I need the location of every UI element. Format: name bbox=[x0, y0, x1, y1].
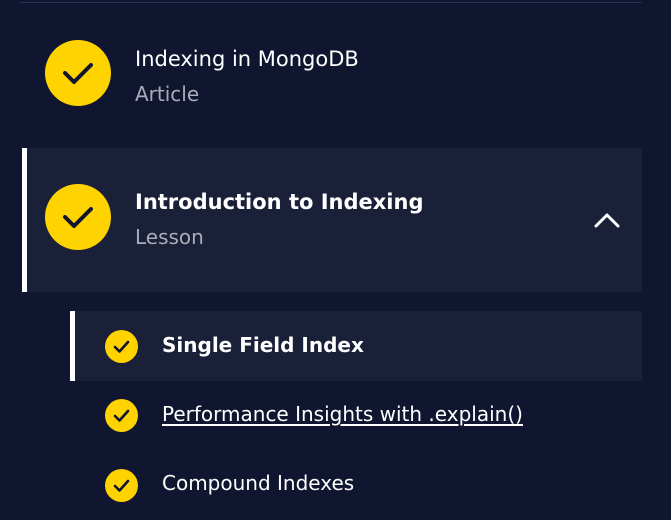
check-circle-icon bbox=[105, 399, 138, 432]
course-item-indexing-in-mongodb[interactable]: Indexing in MongoDB Article bbox=[22, 4, 642, 148]
subitem-compound-indexes[interactable]: Compound Indexes bbox=[70, 450, 642, 520]
course-item-introduction-to-indexing[interactable]: Introduction to Indexing Lesson bbox=[22, 148, 642, 292]
check-circle-icon bbox=[45, 40, 111, 106]
item-title: Introduction to Indexing bbox=[135, 190, 424, 214]
check-circle-icon bbox=[105, 330, 138, 363]
item-type: Lesson bbox=[135, 225, 204, 249]
check-circle-icon bbox=[45, 184, 111, 250]
subitem-label: Compound Indexes bbox=[162, 471, 355, 495]
subitem-single-field-index[interactable]: Single Field Index bbox=[70, 311, 642, 381]
subitem-label: Single Field Index bbox=[162, 333, 364, 357]
top-divider bbox=[20, 2, 642, 3]
subitem-performance-insights[interactable]: Performance Insights with .explain() bbox=[70, 380, 642, 450]
subitem-link[interactable]: Performance Insights with .explain() bbox=[162, 400, 523, 428]
chevron-up-icon[interactable] bbox=[592, 207, 622, 233]
item-title: Indexing in MongoDB bbox=[135, 47, 359, 71]
item-type: Article bbox=[135, 82, 200, 106]
check-circle-icon bbox=[105, 469, 138, 502]
